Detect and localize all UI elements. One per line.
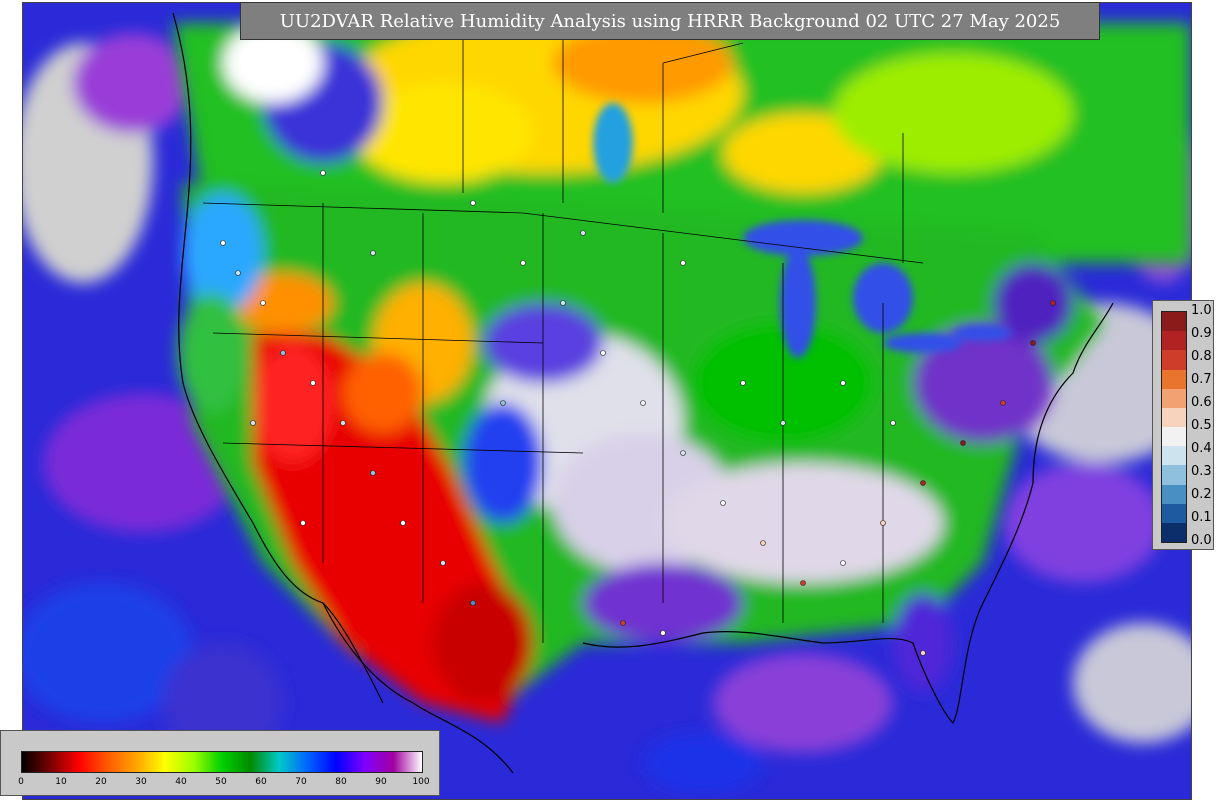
ratio-colorbar-segment — [1162, 465, 1186, 485]
rh-tick-label: 30 — [135, 777, 147, 787]
ratio-colorbar-legend: 1.0 0.9 0.8 0.7 0.6 0.5 0.4 0.3 0.2 0.1 0.0 — [1152, 300, 1214, 550]
ratio-colorbar-segment — [1162, 331, 1186, 351]
ratio-colorbar — [1161, 311, 1187, 543]
ratio-label: 0.2 — [1191, 487, 1212, 502]
rh-tick-label: 80 — [335, 777, 347, 787]
ratio-colorbar-segment — [1162, 407, 1186, 428]
ratio-label: 0.4 — [1191, 441, 1212, 456]
ratio-label: 0.1 — [1191, 510, 1212, 525]
rh-tick-label: 20 — [95, 777, 107, 787]
ratio-label: 0.6 — [1191, 395, 1212, 410]
ratio-label: 0.7 — [1191, 372, 1212, 387]
rh-tick-label: 100 — [412, 777, 430, 787]
rh-tick-label: 40 — [175, 777, 187, 787]
ratio-colorbar-segment — [1162, 350, 1186, 370]
map-frame — [22, 2, 1192, 800]
ratio-colorbar-segment — [1162, 369, 1186, 390]
ratio-label: 1.0 — [1191, 303, 1212, 318]
ratio-colorbar-segment — [1162, 503, 1186, 524]
ratio-label: 0.0 — [1191, 533, 1212, 548]
rh-tick-label: 50 — [215, 777, 227, 787]
rh-tick-label: 0 — [18, 777, 24, 787]
rh-colorbar-legend: 0 10 20 30 40 50 60 70 80 90 100 — [0, 730, 440, 796]
ratio-colorbar-segment — [1162, 522, 1186, 543]
map-title-text: UU2DVAR Relative Humidity Analysis using… — [279, 10, 1061, 32]
ratio-label: 0.3 — [1191, 464, 1212, 479]
ratio-label: 0.8 — [1191, 349, 1212, 364]
map-title: UU2DVAR Relative Humidity Analysis using… — [240, 2, 1100, 40]
rh-tick-label: 60 — [255, 777, 267, 787]
ratio-colorbar-segment — [1162, 312, 1186, 332]
rh-analysis-map — [23, 3, 1191, 799]
rh-tick-label: 70 — [295, 777, 307, 787]
ratio-colorbar-segment — [1162, 484, 1186, 505]
ratio-colorbar-segment — [1162, 427, 1186, 447]
rh-colorbar — [21, 751, 423, 773]
ratio-colorbar-segment — [1162, 388, 1186, 409]
ratio-label: 0.9 — [1191, 326, 1212, 341]
ratio-colorbar-segment — [1162, 446, 1186, 466]
rh-tick-label: 90 — [375, 777, 387, 787]
rh-tick-label: 10 — [55, 777, 67, 787]
ratio-label: 0.5 — [1191, 418, 1212, 433]
